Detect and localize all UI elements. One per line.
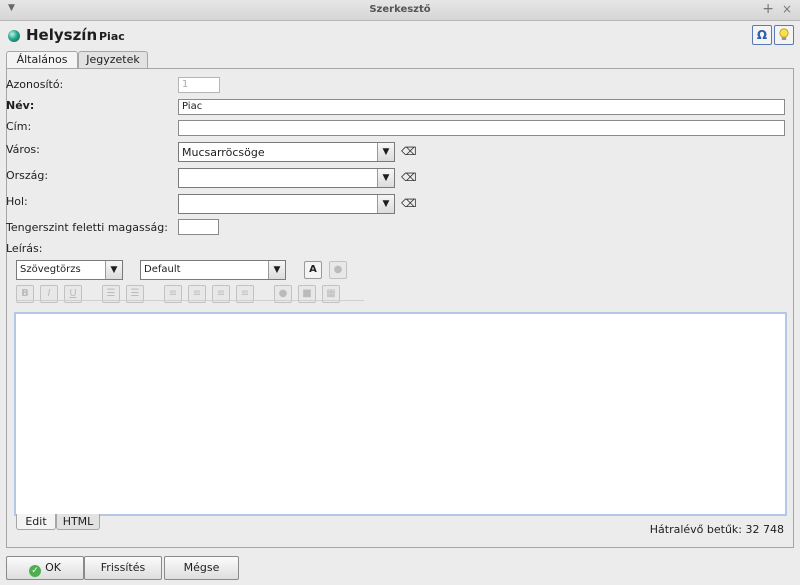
name-field[interactable]: Piac	[178, 99, 785, 115]
chevron-down-icon[interactable]: ▼	[268, 261, 285, 279]
window-title: Szerkesztő	[369, 4, 431, 15]
description-label: Leírás:	[6, 242, 43, 255]
special-characters-button[interactable]: Ω	[752, 25, 772, 45]
description-editor[interactable]	[14, 312, 787, 516]
altitude-field[interactable]	[178, 219, 219, 235]
close-icon[interactable]: ×	[782, 2, 792, 16]
city-select[interactable]: Mucsarröcsöge ▼	[178, 142, 395, 162]
address-field[interactable]	[178, 120, 785, 136]
font-select-value: Default	[144, 264, 181, 275]
chevron-down-icon[interactable]: ▼	[377, 169, 394, 187]
tab-general[interactable]: Általános	[6, 51, 78, 69]
altitude-label: Tengerszint feletti magasság:	[6, 221, 168, 234]
page-subtitle: Piac	[99, 30, 125, 43]
window-titlebar: ▼ Szerkesztő + ×	[0, 0, 800, 21]
tab-edit[interactable]: Edit	[16, 514, 56, 530]
paragraph-style-select[interactable]: Szövegtörzs ▼	[16, 260, 123, 280]
where-label: Hol:	[6, 195, 28, 208]
place-icon	[8, 30, 20, 42]
clear-country-icon[interactable]: ⌫	[401, 171, 417, 184]
clear-where-icon[interactable]: ⌫	[401, 197, 417, 210]
ok-button[interactable]: ✓ OK	[6, 556, 84, 580]
cancel-button[interactable]: Mégse	[164, 556, 239, 580]
font-select[interactable]: Default ▼	[140, 260, 286, 280]
toolbar-divider	[16, 300, 364, 301]
page-title: Helyszín	[26, 26, 98, 44]
city-select-value: Mucsarröcsöge	[182, 146, 265, 159]
ok-label: OK	[45, 561, 61, 574]
refresh-button[interactable]: Frissítés	[84, 556, 162, 580]
chevron-down-icon[interactable]: ▼	[377, 143, 394, 161]
highlight-icon[interactable]: ●	[329, 261, 347, 279]
hint-button[interactable]	[774, 25, 794, 45]
clear-city-icon[interactable]: ⌫	[401, 145, 417, 158]
lightbulb-icon	[779, 28, 789, 40]
id-label: Azonosító:	[6, 78, 64, 91]
tab-html[interactable]: HTML	[56, 514, 100, 530]
text-color-button[interactable]: A	[304, 261, 322, 279]
tab-notes[interactable]: Jegyzetek	[78, 51, 148, 68]
country-select[interactable]: ▼	[178, 168, 395, 188]
address-label: Cím:	[6, 120, 32, 133]
paragraph-style-value: Szövegtörzs	[20, 264, 81, 275]
chevron-down-icon[interactable]: ▼	[377, 195, 394, 213]
chevron-down-icon[interactable]: ▼	[105, 261, 122, 279]
city-label: Város:	[6, 143, 40, 156]
where-select[interactable]: ▼	[178, 194, 395, 214]
remaining-characters: Hátralévő betűk: 32 748	[649, 523, 784, 536]
id-field: 1	[178, 77, 220, 93]
country-label: Ország:	[6, 169, 49, 182]
check-icon: ✓	[29, 565, 42, 577]
name-label: Név:	[6, 99, 35, 112]
maximize-icon[interactable]: +	[762, 1, 774, 17]
